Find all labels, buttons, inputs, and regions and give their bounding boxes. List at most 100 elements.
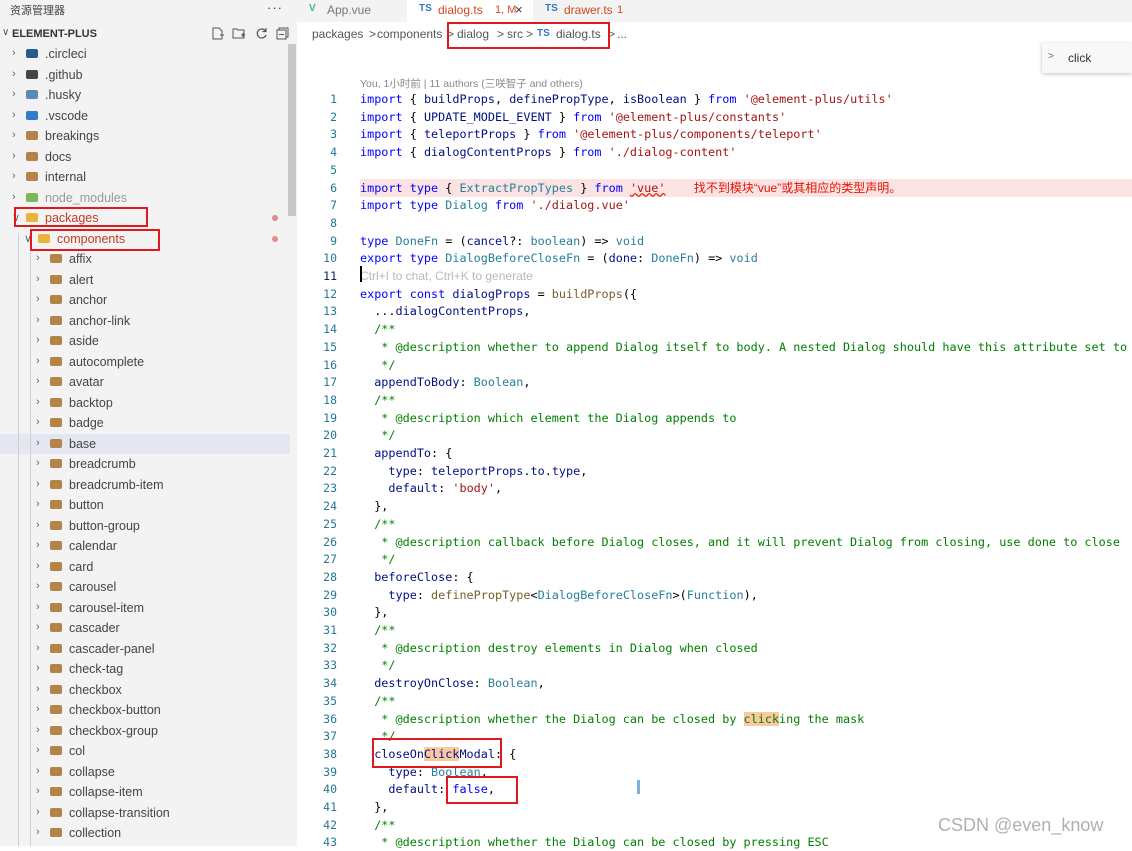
chevron-right-icon[interactable]: › (36, 375, 46, 387)
chevron-right-icon[interactable]: › (12, 88, 22, 100)
tree-item-circleci[interactable]: › .circleci (0, 44, 290, 64)
chevron-right-icon[interactable]: › (36, 662, 46, 674)
breadcrumb-more[interactable]: ... (617, 27, 627, 41)
chevron-right-icon[interactable]: › (36, 498, 46, 510)
sidebar-scrollbar[interactable] (288, 44, 296, 216)
tree-item-alert[interactable]: › alert (0, 270, 290, 290)
chevron-right-icon[interactable]: › (12, 129, 22, 141)
tree-item-breadcrumb-item[interactable]: › breadcrumb-item (0, 475, 290, 495)
chevron-right-icon[interactable]: › (36, 437, 46, 449)
chevron-right-icon[interactable]: › (12, 47, 22, 59)
tree-item-carousel[interactable]: › carousel (0, 577, 290, 597)
code-line[interactable]: /** (360, 515, 1132, 533)
code-line[interactable]: }, (360, 603, 1132, 621)
code-line[interactable]: import { dialogContentProps } from './di… (360, 143, 1132, 161)
codelens-blame[interactable]: You, 1小时前 | 11 authors (三咲智子 and others) (360, 76, 583, 91)
code-line[interactable]: export type DialogBeforeCloseFn = (done:… (360, 249, 1132, 267)
tree-item-collapse[interactable]: › collapse (0, 762, 290, 782)
chevron-right-icon[interactable]: › (36, 601, 46, 613)
code-line[interactable]: ...dialogContentProps, (360, 302, 1132, 320)
tree-item-button[interactable]: › button (0, 495, 290, 515)
tree-item-collapse-item[interactable]: › collapse-item (0, 782, 290, 802)
chevron-right-icon[interactable]: › (36, 703, 46, 715)
code-line[interactable] (360, 214, 1132, 232)
code-line[interactable]: import { teleportProps } from '@element-… (360, 125, 1132, 143)
breadcrumb-packages[interactable]: packages (312, 27, 363, 41)
tree-item-anchor-link[interactable]: › anchor-link (0, 311, 290, 331)
code-line[interactable]: appendTo: { (360, 444, 1132, 462)
collapse-all-icon[interactable] (276, 27, 289, 40)
code-line[interactable]: type: definePropType<DialogBeforeCloseFn… (360, 586, 1132, 604)
code-line[interactable]: appendToBody: Boolean, (360, 373, 1132, 391)
code-line[interactable] (360, 161, 1132, 179)
code-line[interactable]: Ctrl+I to chat, Ctrl+K to generate (360, 267, 1132, 285)
breadcrumb-components[interactable]: components (377, 27, 442, 41)
code-line[interactable]: }, (360, 497, 1132, 515)
code-line[interactable]: * @description which element the Dialog … (360, 409, 1132, 427)
new-file-icon[interactable] (211, 27, 224, 40)
tree-item-husky[interactable]: › .husky (0, 85, 290, 105)
chevron-right-icon[interactable]: › (12, 191, 22, 203)
tree-item-card[interactable]: › card (0, 557, 290, 577)
tree-item-aside[interactable]: › aside (0, 331, 290, 351)
code-line[interactable]: /** (360, 391, 1132, 409)
tree-item-anchor[interactable]: › anchor (0, 290, 290, 310)
tree-item-cascader[interactable]: › cascader (0, 618, 290, 638)
tree-item-autocomplete[interactable]: › autocomplete (0, 352, 290, 372)
tab-drawer-ts[interactable]: TS drawer.ts 1 (533, 0, 649, 22)
code-line[interactable]: type DoneFn = (cancel?: boolean) => void (360, 232, 1132, 250)
chevron-right-icon[interactable]: › (36, 457, 46, 469)
refresh-icon[interactable] (255, 27, 268, 39)
tab-app-vue[interactable]: V App.vue (297, 0, 407, 22)
code-line[interactable]: import type Dialog from './dialog.vue' (360, 196, 1132, 214)
chevron-right-icon[interactable]: › (36, 539, 46, 551)
chevron-right-icon[interactable]: › (12, 68, 22, 80)
code-line[interactable]: */ (360, 356, 1132, 374)
chevron-right-icon[interactable]: › (36, 580, 46, 592)
tree-item-collapse-transition[interactable]: › collapse-transition (0, 803, 290, 823)
chevron-right-icon[interactable]: › (36, 396, 46, 408)
code-line[interactable]: import type { ExtractPropTypes } from 'v… (360, 178, 1132, 197)
chevron-right-icon[interactable]: › (36, 724, 46, 736)
chevron-right-icon[interactable]: › (36, 293, 46, 305)
chevron-right-icon[interactable]: › (36, 560, 46, 572)
chevron-right-icon[interactable]: › (36, 355, 46, 367)
chevron-right-icon[interactable]: › (36, 334, 46, 346)
code-line[interactable]: */ (360, 426, 1132, 444)
tree-item-breadcrumb[interactable]: › breadcrumb (0, 454, 290, 474)
chevron-right-icon[interactable]: › (36, 806, 46, 818)
code-line[interactable]: type: teleportProps.to.type, (360, 462, 1132, 480)
tree-item-base[interactable]: › base (0, 433, 290, 454)
code-line[interactable]: /** (360, 320, 1132, 338)
chevron-right-icon[interactable]: › (36, 826, 46, 838)
chevron-right-icon[interactable]: › (36, 314, 46, 326)
code-line[interactable]: default: 'body', (360, 479, 1132, 497)
code-line[interactable]: */ (360, 550, 1132, 568)
chevron-right-icon[interactable]: › (36, 621, 46, 633)
chevron-right-icon[interactable]: › (12, 109, 22, 121)
tree-item-internal[interactable]: › internal (0, 167, 290, 187)
tree-item-badge[interactable]: › badge (0, 413, 290, 433)
tab-dialog-ts[interactable]: TS dialog.ts 1, M × (407, 0, 533, 22)
tree-item-checkbox-group[interactable]: › checkbox-group (0, 721, 290, 741)
chevron-right-icon[interactable]: › (36, 683, 46, 695)
chevron-right-icon[interactable]: › (12, 170, 22, 182)
chevron-right-icon[interactable]: › (36, 744, 46, 756)
chevron-right-icon[interactable]: › (36, 416, 46, 428)
tree-item-affix[interactable]: › affix (0, 249, 290, 269)
tree-item-checkbox[interactable]: › checkbox (0, 680, 290, 700)
tree-item-checkbox-button[interactable]: › checkbox-button (0, 700, 290, 720)
tree-item-breakings[interactable]: › breakings (0, 126, 290, 146)
code-line[interactable]: destroyOnClose: Boolean, (360, 674, 1132, 692)
chevron-right-icon[interactable]: › (36, 478, 46, 490)
chevron-right-icon[interactable]: › (36, 252, 46, 264)
code-line[interactable]: /** (360, 621, 1132, 639)
tree-item-col[interactable]: › col (0, 741, 290, 761)
tree-item-calendar[interactable]: › calendar (0, 536, 290, 556)
chevron-right-icon[interactable]: › (36, 519, 46, 531)
code-line[interactable]: * @description whether the Dialog can be… (360, 710, 1132, 728)
find-widget[interactable]: > click (1042, 43, 1132, 73)
tree-item-cascader-panel[interactable]: › cascader-panel (0, 639, 290, 659)
tree-item-carousel-item[interactable]: › carousel-item (0, 598, 290, 618)
chevron-right-icon[interactable]: › (36, 765, 46, 777)
